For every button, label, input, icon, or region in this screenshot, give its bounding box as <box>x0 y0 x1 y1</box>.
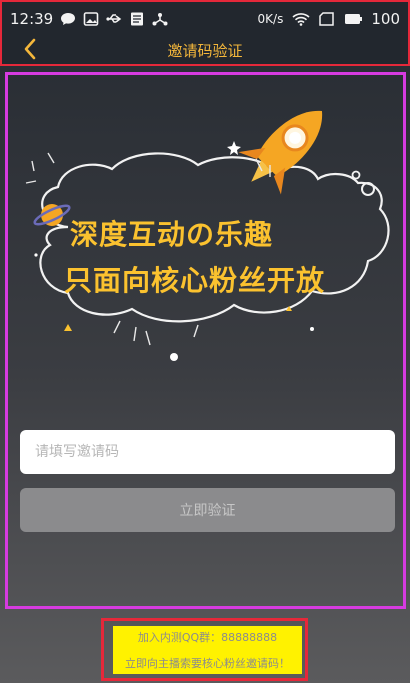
star-icon <box>227 141 241 155</box>
page-title: 邀请码验证 <box>167 41 243 60</box>
status-time: 12:39 <box>10 9 54 28</box>
document-icon <box>131 12 144 25</box>
battery-level: 100 <box>371 9 400 28</box>
banner-headline-2: 只面向核心粉丝开放 <box>64 264 326 297</box>
top-bar: 12:39 0K/s 100 邀请码验证 <box>0 0 410 66</box>
rocket-icon <box>238 111 322 195</box>
chat-bubble-icon <box>61 12 76 25</box>
invite-code-input[interactable] <box>20 430 395 474</box>
signal-icon <box>319 11 335 26</box>
status-left: 12:39 <box>10 10 168 28</box>
banner-headline-1: 深度互动の乐趣 <box>70 218 274 251</box>
qq-group-text: 加入内测QQ群：88888888 <box>137 631 278 644</box>
nav-bar: 邀请码验证 <box>2 35 408 65</box>
chevron-left-icon[interactable] <box>18 36 44 62</box>
main-panel: 深度互动の乐趣 只面向核心粉丝开放 立即验证 <box>5 72 406 609</box>
footer-info: 加入内测QQ群：88888888 立即向主播索要核心粉丝邀请码！ <box>113 626 302 674</box>
usb-icon <box>106 13 122 23</box>
invite-hint-text: 立即向主播索要核心粉丝邀请码！ <box>125 657 290 670</box>
planet-icon <box>33 204 71 226</box>
footer-highlight: 加入内测QQ群：88888888 立即向主播索要核心粉丝邀请码！ <box>101 618 308 681</box>
share-icon <box>152 12 168 25</box>
status-bar: 12:39 0K/s 100 <box>2 2 408 35</box>
image-icon <box>83 11 99 26</box>
net-speed: 0K/s <box>257 11 284 26</box>
verify-button[interactable]: 立即验证 <box>20 488 395 532</box>
battery-icon <box>345 13 363 24</box>
status-right: 0K/s 100 <box>258 10 400 28</box>
wifi-icon <box>292 12 310 26</box>
